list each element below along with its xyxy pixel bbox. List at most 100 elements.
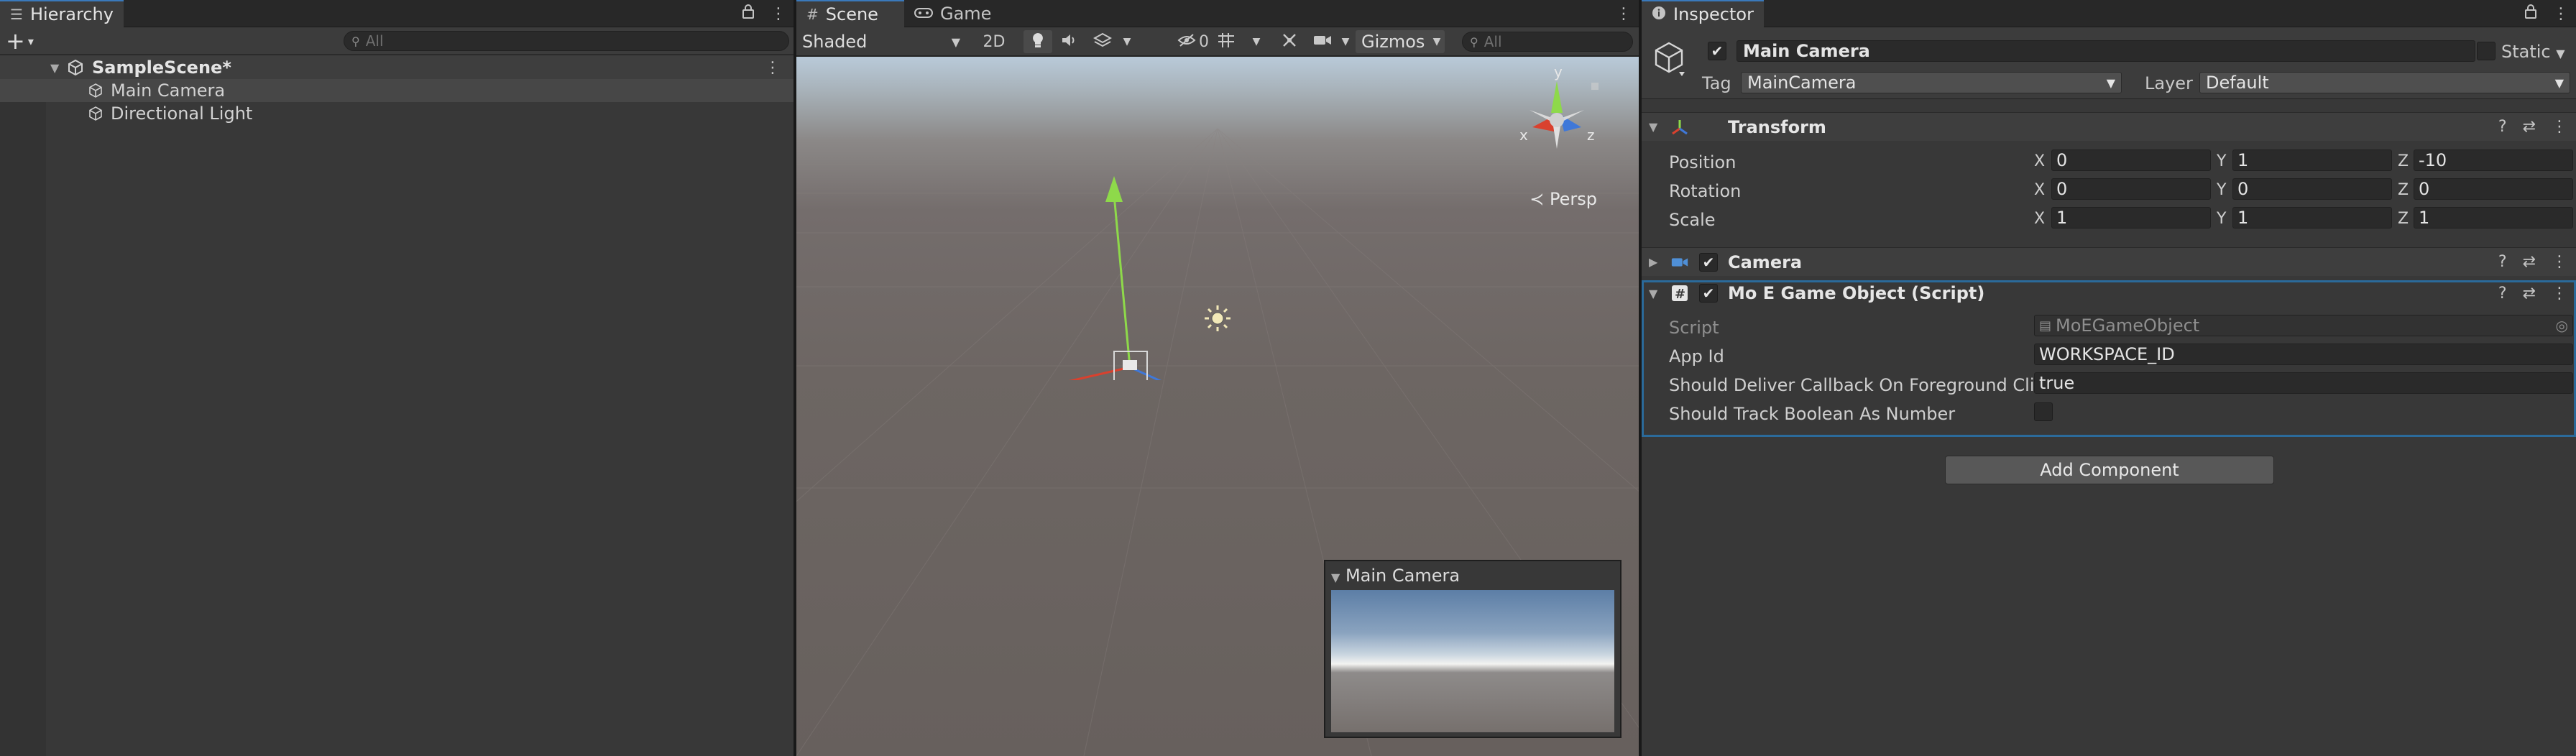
gizmos-dropdown[interactable]: ▼ — [1429, 30, 1445, 53]
script-enabled-checkbox[interactable]: ✔ — [1699, 284, 1718, 303]
create-button[interactable]: + ▾ — [6, 27, 34, 55]
axis-x-label[interactable]: X — [2034, 181, 2045, 199]
eye-slash-icon — [1177, 33, 1196, 51]
static-dropdown[interactable]: Static ▼ — [2501, 42, 2565, 62]
layer-dropdown[interactable]: Default ▼ — [2199, 72, 2570, 93]
rotation-z-field[interactable]: 0 — [2414, 178, 2573, 200]
collapse-triangle-icon[interactable]: ▼ — [1649, 120, 1657, 134]
axis-y-label[interactable]: Y — [2217, 152, 2226, 170]
rotation-x-field[interactable]: 0 — [2051, 178, 2211, 200]
axis-y-label[interactable]: Y — [2217, 210, 2226, 228]
tag-dropdown[interactable]: MainCamera ▼ — [1741, 72, 2122, 93]
help-icon[interactable]: ? — [2498, 253, 2507, 271]
hierarchy-item-main-camera[interactable]: Main Camera — [0, 79, 794, 102]
move-tool-gizmo[interactable] — [911, 165, 1170, 380]
projection-toggle[interactable]: ≺ Persp — [1530, 189, 1597, 209]
transform-axes-icon — [1670, 118, 1689, 137]
tools-icon — [1281, 32, 1298, 52]
unity-scene-icon — [66, 58, 85, 77]
camera-dropdown[interactable]: ▼ — [1338, 30, 1353, 53]
hierarchy-item-directional-light[interactable]: Directional Light — [0, 102, 794, 125]
axis-z-label[interactable]: Z — [2398, 181, 2409, 199]
presets-icon[interactable]: ⇄ — [2523, 285, 2536, 303]
effects-dropdown[interactable]: ▼ — [1120, 30, 1134, 53]
add-component-button[interactable]: Add Component — [1945, 456, 2274, 484]
object-name-input[interactable]: Main Camera — [1736, 40, 2475, 62]
rotation-y-field[interactable]: 0 — [2232, 178, 2392, 200]
plus-icon: + — [6, 27, 25, 55]
tab-hierarchy[interactable]: ☰ Hierarchy — [0, 0, 124, 27]
hierarchy-search-input[interactable]: ⚲ All — [344, 31, 789, 51]
axis-y-label[interactable]: Y — [2217, 181, 2226, 199]
camera-settings-button[interactable] — [1308, 30, 1337, 53]
static-checkbox[interactable] — [2477, 42, 2496, 60]
axis-z-label[interactable]: Z — [2398, 210, 2409, 228]
kebab-menu-icon[interactable]: ⋮ — [2553, 5, 2569, 23]
kebab-menu-icon[interactable]: ⋮ — [1616, 5, 1632, 23]
gameobject-cube-icon[interactable] — [1652, 40, 1689, 78]
script-component-header[interactable]: ▼ # ✔ Mo E Game Object (Script) ? ⇄ ⋮ — [1642, 279, 2576, 308]
tools-toggle[interactable] — [1275, 30, 1304, 53]
kebab-menu-icon[interactable]: ⋮ — [2552, 118, 2567, 136]
effects-toggle[interactable] — [1088, 30, 1117, 53]
scene-viewport[interactable]: y x z ≺ Persp ▼ Main Camera — [796, 57, 1639, 756]
tab-scene[interactable]: # Scene — [796, 0, 904, 27]
scene-kebab-icon[interactable]: ⋮ — [765, 59, 781, 77]
lock-icon[interactable] — [742, 4, 755, 24]
gameobject-header: ✔ Main Camera Static ▼ Tag MainCamera ▼ … — [1642, 27, 2576, 99]
scale-x-field[interactable]: 1 — [2051, 207, 2211, 229]
caret-down-icon: ▼ — [1432, 36, 1441, 47]
track-boolean-checkbox[interactable] — [2034, 402, 2053, 421]
static-label: Static — [2501, 42, 2551, 62]
lighting-toggle[interactable] — [1024, 30, 1052, 53]
shading-mode-value: Shaded — [802, 32, 868, 52]
camera-enabled-checkbox[interactable]: ✔ — [1699, 253, 1718, 272]
object-picker-icon[interactable]: ◎ — [2556, 317, 2568, 334]
app-id-input[interactable]: WORKSPACE_ID — [2034, 344, 2573, 365]
kebab-menu-icon[interactable]: ⋮ — [2552, 285, 2567, 303]
deliver-callback-input[interactable]: true — [2034, 372, 2573, 394]
tab-inspector[interactable]: Inspector — [1642, 0, 1764, 27]
toggle-2d-button[interactable]: 2D — [978, 30, 1011, 53]
shading-mode-dropdown[interactable]: Shaded ▼ — [796, 30, 966, 53]
expand-triangle-icon[interactable]: ▼ — [50, 61, 59, 75]
caret-down-icon: ▼ — [1341, 36, 1350, 47]
gameobject-cube-icon — [86, 81, 105, 100]
kebab-menu-icon[interactable]: ⋮ — [2552, 253, 2567, 271]
camera-component-header[interactable]: ▶ ✔ Camera ? ⇄ ⋮ — [1642, 247, 2576, 276]
collapse-triangle-icon[interactable]: ▼ — [1649, 287, 1657, 300]
axis-y-handle[interactable] — [1105, 176, 1123, 202]
transform-component-header[interactable]: ▼ Transform ? ⇄ ⋮ — [1642, 112, 2576, 141]
expand-triangle-icon[interactable]: ▶ — [1649, 255, 1657, 269]
position-x-field[interactable]: 0 — [2051, 149, 2211, 171]
camera-preview-image — [1331, 590, 1614, 732]
script-object-field[interactable]: ▤ MoEGameObject ◎ — [2034, 315, 2573, 336]
presets-icon[interactable]: ⇄ — [2523, 118, 2536, 136]
axis-x-label[interactable]: X — [2034, 152, 2045, 170]
orientation-gizmo[interactable]: y x z — [1494, 61, 1616, 169]
help-icon[interactable]: ? — [2498, 285, 2507, 303]
axis-z-label[interactable]: Z — [2398, 152, 2409, 170]
scale-y-field[interactable]: 1 — [2232, 207, 2392, 229]
info-icon — [1652, 4, 1666, 24]
scene-row[interactable]: ▼ SampleScene* ⋮ — [0, 56, 794, 79]
tag-value: MainCamera — [1747, 73, 1857, 93]
scale-z-field[interactable]: 1 — [2414, 207, 2573, 229]
position-z-field[interactable]: -10 — [2414, 149, 2573, 171]
help-icon[interactable]: ? — [2498, 118, 2507, 136]
active-checkbox[interactable]: ✔ — [1708, 42, 1726, 60]
position-y-field[interactable]: 1 — [2232, 149, 2392, 171]
camera-preview-header[interactable]: ▼ Main Camera — [1331, 566, 1460, 586]
presets-icon[interactable]: ⇄ — [2523, 253, 2536, 271]
chevron-left-icon: ≺ — [1530, 189, 1545, 209]
lock-icon[interactable] — [2524, 4, 2537, 24]
grid-snap-toggle[interactable] — [1212, 30, 1241, 53]
axis-x-label[interactable]: X — [2034, 210, 2045, 228]
scene-search-input[interactable]: ⚲ All — [1462, 32, 1633, 52]
kebab-menu-icon[interactable]: ⋮ — [770, 5, 786, 23]
sun-icon[interactable] — [1203, 304, 1232, 333]
tab-game[interactable]: Game — [904, 0, 1001, 27]
grid-axis-icon — [1217, 32, 1236, 52]
audio-toggle[interactable] — [1055, 30, 1084, 53]
grid-dropdown[interactable]: ▼ — [1249, 30, 1264, 53]
